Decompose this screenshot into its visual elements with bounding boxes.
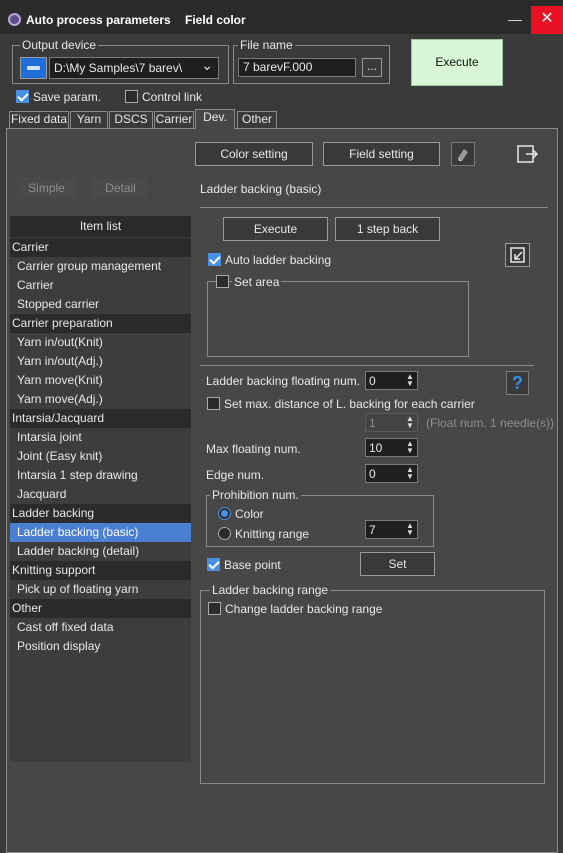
- change-range-checkbox[interactable]: [208, 602, 221, 615]
- item-list-header: Item list: [10, 216, 191, 237]
- list-category[interactable]: Carrier: [10, 238, 191, 257]
- output-device-label: Output device: [20, 38, 99, 52]
- list-item[interactable]: Ladder backing (basic): [10, 523, 191, 542]
- list-item[interactable]: Cast off fixed data: [10, 618, 191, 637]
- list-category[interactable]: Carrier preparation: [10, 314, 191, 333]
- control-link-checkbox[interactable]: [125, 90, 138, 103]
- ladder-backing-range-label: Ladder backing range: [210, 583, 331, 597]
- tab-yarn[interactable]: Yarn: [70, 111, 108, 128]
- spinner-arrows-icon[interactable]: ▲ ▼: [405, 373, 415, 388]
- base-point-set-button[interactable]: Set: [360, 552, 435, 576]
- field-setting-button[interactable]: Field setting: [323, 142, 440, 166]
- set-area-checkbox[interactable]: [216, 275, 229, 288]
- color-radio-label: Color: [235, 507, 264, 521]
- list-item[interactable]: Joint (Easy knit): [10, 447, 191, 466]
- list-item[interactable]: Stopped carrier: [10, 295, 191, 314]
- prohibition-num-label: Prohibition num.: [210, 488, 301, 502]
- edge-num-value: 0: [369, 467, 376, 481]
- spinner-arrows-icon[interactable]: ▲ ▼: [405, 440, 415, 455]
- chevron-down-icon: ⌄: [201, 57, 213, 73]
- execute-button[interactable]: Execute: [223, 217, 328, 241]
- save-param-label: Save param.: [33, 90, 102, 104]
- floating-num-label: Ladder backing floating num.: [206, 374, 361, 388]
- list-item[interactable]: Yarn move(Knit): [10, 371, 191, 390]
- max-floating-num-label: Max floating num.: [206, 442, 301, 456]
- list-item[interactable]: Position display: [10, 637, 191, 656]
- tab-carrier[interactable]: Carrier: [154, 111, 194, 128]
- color-setting-button[interactable]: Color setting: [195, 142, 313, 166]
- list-item[interactable]: Yarn in/out(Knit): [10, 333, 191, 352]
- list-item[interactable]: Pick up of floating yarn: [10, 580, 191, 599]
- output-device-select[interactable]: D:\My Samples\7 barev\ ⌄: [49, 57, 219, 79]
- export-icon[interactable]: [515, 142, 540, 166]
- minimize-button[interactable]: —: [500, 9, 530, 31]
- list-category[interactable]: Ladder backing: [10, 504, 191, 523]
- spinner-arrows-icon[interactable]: ▲ ▼: [405, 466, 415, 481]
- float-num-hint: (Float num. 1 needle(s)): [426, 416, 555, 430]
- edge-num-label: Edge num.: [206, 468, 265, 482]
- set-max-distance-checkbox[interactable]: [207, 397, 220, 410]
- change-range-label: Change ladder backing range: [225, 602, 383, 616]
- app-icon: [8, 13, 21, 26]
- list-item[interactable]: Yarn move(Adj.): [10, 390, 191, 409]
- divider: [200, 207, 548, 208]
- ladder-backing-range-group: [200, 590, 545, 784]
- tab-dev[interactable]: Dev.: [195, 109, 235, 129]
- save-param-checkbox[interactable]: [16, 90, 29, 103]
- max-floating-num-spinner[interactable]: 10 ▲ ▼: [365, 438, 418, 457]
- simple-button[interactable]: Simple: [18, 178, 75, 198]
- list-category[interactable]: Other: [10, 599, 191, 618]
- spinner-arrows-icon[interactable]: ▲ ▼: [405, 415, 415, 430]
- list-category[interactable]: Intarsia/Jacquard: [10, 409, 191, 428]
- list-item[interactable]: Yarn in/out(Adj.): [10, 352, 191, 371]
- eraser-icon[interactable]: [451, 142, 475, 166]
- import-icon[interactable]: [505, 243, 530, 267]
- knitting-range-label: Knitting range: [235, 527, 310, 541]
- list-item[interactable]: Jacquard: [10, 485, 191, 504]
- spinner-arrows-icon[interactable]: ▲ ▼: [405, 522, 415, 537]
- divider: [200, 365, 534, 366]
- one-step-back-button[interactable]: 1 step back: [335, 217, 440, 241]
- set-max-distance-label: Set max. distance of L. backing for each…: [224, 397, 475, 411]
- help-icon[interactable]: ?: [506, 371, 529, 395]
- list-item[interactable]: Intarsia 1 step drawing: [10, 466, 191, 485]
- max-floating-num-value: 10: [369, 441, 383, 455]
- window-title: Auto process parameters: [26, 13, 171, 27]
- list-item[interactable]: Carrier group management: [10, 257, 191, 276]
- auto-ladder-backing-label: Auto ladder backing: [225, 253, 332, 267]
- execute-top-button[interactable]: Execute: [411, 39, 503, 86]
- auto-ladder-backing-checkbox[interactable]: [208, 253, 221, 266]
- section-title: Ladder backing (basic): [200, 182, 322, 196]
- knitting-range-value: 7: [369, 523, 376, 537]
- floating-num-spinner[interactable]: 0 ▲ ▼: [365, 371, 418, 390]
- list-item[interactable]: Ladder backing (detail): [10, 542, 191, 561]
- float-num-spinner[interactable]: 1 ▲ ▼: [365, 413, 418, 432]
- list-item[interactable]: Carrier: [10, 276, 191, 295]
- edge-num-spinner[interactable]: 0 ▲ ▼: [365, 464, 418, 483]
- base-point-label: Base point: [224, 558, 281, 572]
- set-area-group: [207, 281, 469, 357]
- detail-button[interactable]: Detail: [93, 178, 148, 198]
- output-device-path: D:\My Samples\7 barev\: [54, 61, 183, 75]
- knitting-range-radio[interactable]: [218, 527, 231, 540]
- tab-other[interactable]: Other: [237, 111, 277, 128]
- floating-num-value: 0: [369, 374, 376, 388]
- window-subtitle: Field color: [185, 13, 246, 27]
- tab-fixed-data[interactable]: Fixed data: [9, 111, 69, 128]
- file-name-input[interactable]: 7 barevF.000: [238, 58, 356, 77]
- base-point-checkbox[interactable]: [207, 558, 220, 571]
- file-name-label: File name: [238, 38, 295, 52]
- control-link-label: Control link: [142, 90, 203, 104]
- color-radio[interactable]: [218, 507, 231, 520]
- browse-button[interactable]: ...: [362, 58, 382, 77]
- drive-icon[interactable]: [20, 57, 47, 79]
- float-num-value: 1: [369, 416, 376, 430]
- set-area-label: Set area: [232, 275, 282, 289]
- knitting-range-spinner[interactable]: 7 ▲ ▼: [365, 520, 418, 539]
- list-category[interactable]: Knitting support: [10, 561, 191, 580]
- list-item[interactable]: Intarsia joint: [10, 428, 191, 447]
- close-button[interactable]: ✕: [531, 6, 563, 34]
- tab-dscs[interactable]: DSCS: [109, 111, 153, 128]
